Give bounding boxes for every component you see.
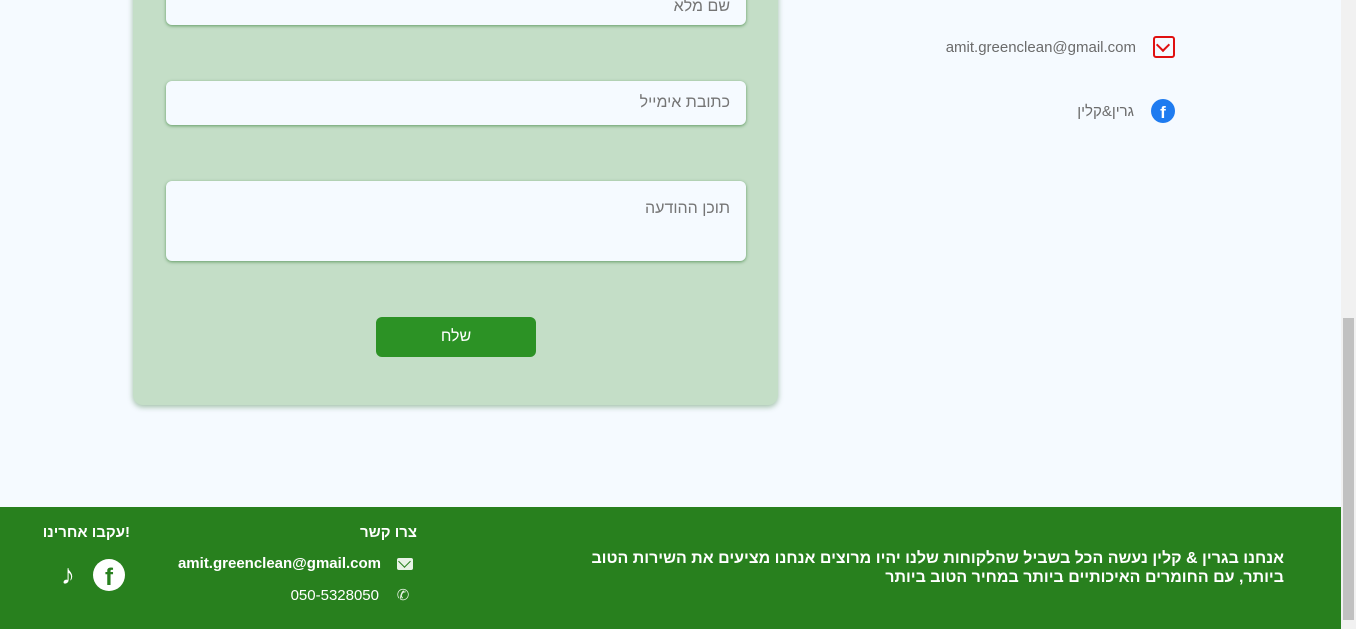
phone-icon: ✆ [396,586,410,604]
message-textarea[interactable]: תוכן ההודעה [166,181,746,261]
contact-email-text: amit.greenclean@gmail.com [945,38,1136,56]
tiktok-icon[interactable]: ♪ [53,559,83,591]
facebook-icon: f [1151,99,1175,123]
envelope-icon [1153,36,1175,58]
message-placeholder: תוכן ההודעה [645,200,730,217]
full-name-input[interactable]: שם מלא [166,0,746,25]
send-button[interactable]: שלח [376,317,536,357]
envelope-icon [397,557,413,570]
scrollbar-thumb[interactable] [1343,318,1354,620]
footer-email-text: amit.greenclean@gmail.com [177,555,381,572]
page: שם מלא כתובת אימייל תוכן ההודעה שלח amit… [0,0,1341,629]
follow-us-title: עקבו אחרינו! [42,524,130,541]
contact-email[interactable]: amit.greenclean@gmail.com [946,36,1175,58]
email-placeholder: כתובת אימייל [639,94,730,111]
facebook-icon[interactable]: f [93,559,125,591]
footer-email[interactable]: amit.greenclean@gmail.com [178,555,413,572]
footer-about-text: אנחנו בגרין & קלין נעשה הכל בשביל שהלקוח… [591,550,1284,586]
scrollbar[interactable] [1341,0,1356,629]
footer-phone[interactable]: 050-5328050 ✆ [291,587,411,604]
footer: אנחנו בגרין & קלין נעשה הכל בשביל שהלקוח… [0,507,1341,629]
footer-phone-text: 050-5328050 [290,587,379,604]
contact-facebook-text: גרין&קלין [1077,102,1134,120]
full-name-placeholder: שם מלא [673,0,730,15]
contact-facebook[interactable]: גרין&קלין f [1077,99,1175,123]
email-input[interactable]: כתובת אימייל [166,81,746,125]
footer-contact-title: צרו קשר [360,524,417,541]
